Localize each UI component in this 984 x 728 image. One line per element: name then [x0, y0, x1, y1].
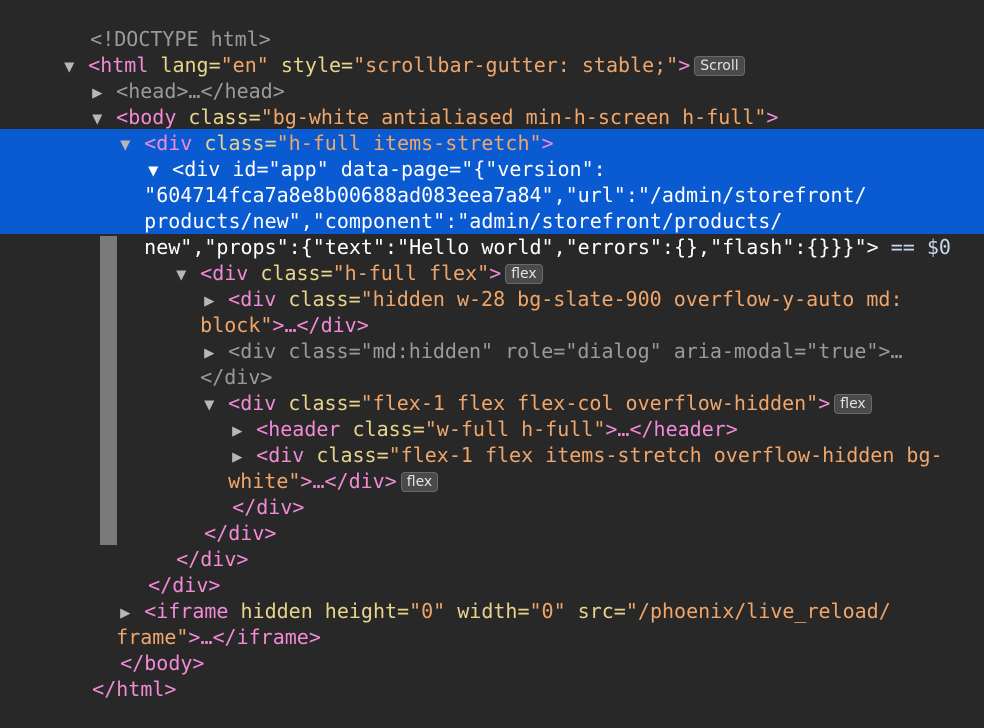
body-close-line[interactable]: </body>: [0, 624, 984, 675]
dialog-div-node[interactable]: ▶ <div class="md:hidden" role="dialog" ar…: [0, 312, 984, 363]
div-flex-node[interactable]: ▼ <div class="h-full flex"> flex: [0, 234, 984, 285]
doctype-line[interactable]: <!DOCTYPE html>: [0, 0, 984, 51]
app-node-line-2[interactable]: "604714fca7a8e8b00688ad083eea7a84","url"…: [0, 156, 984, 207]
html-close-line[interactable]: </html>: [0, 650, 984, 701]
flex-col-div-node[interactable]: ▼ <div class="flex-1 flex flex-col overfl…: [0, 364, 984, 415]
close-div-line[interactable]: </div>: [0, 546, 984, 597]
close-div-line[interactable]: </div>: [0, 520, 984, 571]
main-div-node-cont[interactable]: white">…</div> flex: [0, 442, 984, 493]
html-close-tag: </html>: [92, 677, 177, 701]
head-node[interactable]: ▶ <head>…</head>: [0, 52, 984, 103]
close-div-line[interactable]: </div>: [0, 468, 984, 519]
sidebar-div-node[interactable]: ▶ <div class="hidden w-28 bg-slate-900 ov…: [0, 260, 984, 311]
dialog-div-node-cont[interactable]: </div>: [0, 338, 984, 389]
main-div-node[interactable]: ▶ <div class="flex-1 flex items-stretch o…: [0, 416, 984, 467]
div-h-full-node[interactable]: ▼ <div class="h-full items-stretch">: [0, 104, 984, 155]
app-node-line-3[interactable]: products/new","component":"admin/storefr…: [0, 182, 984, 233]
body-node[interactable]: ▼ <body class="bg-white antialiased min-h…: [0, 78, 984, 129]
sidebar-div-node-cont[interactable]: block">…</div>: [0, 286, 984, 337]
iframe-node-cont[interactable]: frame">…</iframe>: [0, 598, 984, 649]
iframe-node[interactable]: ▶ <iframe hidden height="0" width="0" src…: [0, 572, 984, 623]
dom-tree-panel: <!DOCTYPE html> ▼ <html lang="en" style="…: [0, 0, 984, 701]
close-div-line[interactable]: </div>: [0, 494, 984, 545]
header-node[interactable]: ▶ <header class="w-full h-full">…</header…: [0, 390, 984, 441]
app-node-line-1[interactable]: ▼ <div id="app" data-page="{"version":: [0, 130, 984, 181]
html-node[interactable]: ▼ <html lang="en" style="scrollbar-gutter…: [0, 26, 984, 77]
app-node-line-4[interactable]: new","props":{"text":"Hello world","erro…: [0, 208, 984, 259]
